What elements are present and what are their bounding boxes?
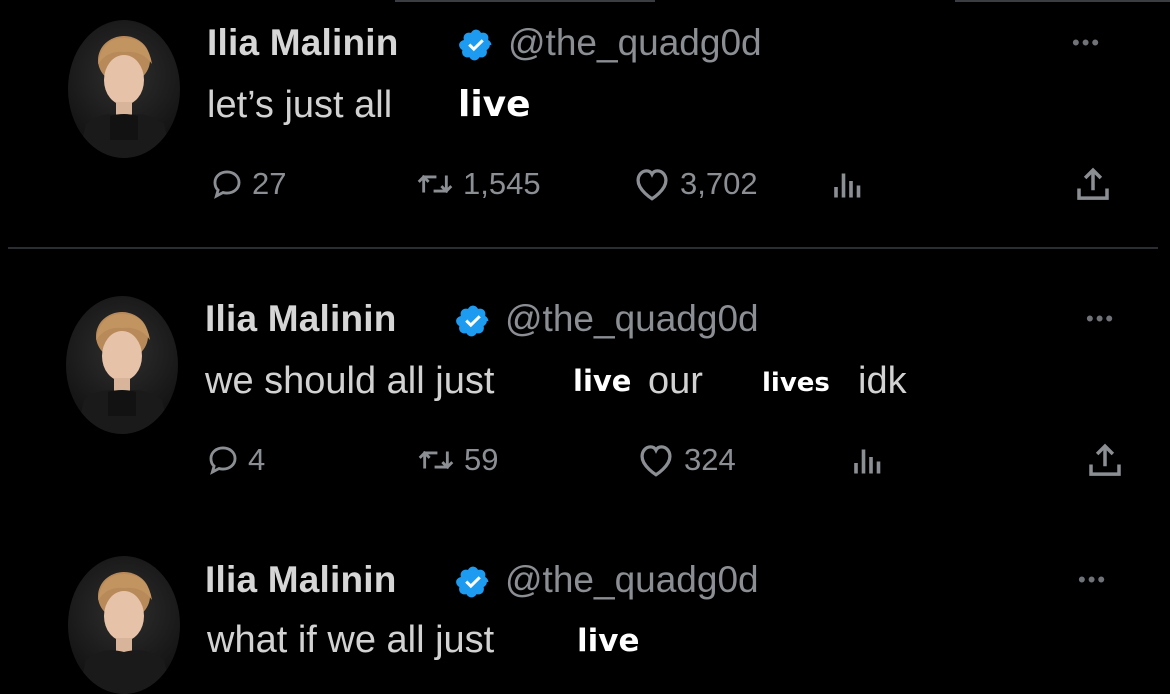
views-button[interactable] (830, 166, 866, 202)
like-button[interactable]: 3,702 (632, 166, 758, 202)
views-button[interactable] (850, 442, 886, 478)
display-name[interactable]: Ilia Malinin (205, 298, 397, 340)
retweet-count: 59 (464, 442, 499, 477)
avatar[interactable] (66, 296, 178, 434)
reply-icon (209, 446, 237, 475)
top-edge-line (955, 0, 1170, 2)
like-icon (640, 445, 672, 477)
tweet-divider (8, 247, 1158, 249)
share-icon (1089, 443, 1121, 476)
like-count: 3,702 (680, 166, 758, 201)
retweet-icon (417, 174, 453, 194)
tweet-text: let’s just all (207, 84, 393, 126)
display-name[interactable]: Ilia Malinin (205, 559, 397, 601)
retweet-button[interactable]: 59 (416, 442, 498, 478)
overlay-caption: lives (762, 368, 830, 398)
avatar[interactable] (68, 556, 180, 694)
more-options-icon[interactable]: ••• (1072, 32, 1101, 54)
verified-badge-icon (459, 29, 492, 61)
display-name[interactable]: Ilia Malinin (207, 22, 399, 64)
user-handle[interactable]: @the_quadg0d (508, 22, 762, 64)
overlay-caption: live (458, 84, 531, 125)
like-icon (636, 169, 668, 201)
top-edge-line (395, 0, 655, 2)
share-button[interactable] (1084, 440, 1126, 482)
share-icon (1077, 167, 1109, 200)
views-icon (854, 449, 881, 474)
reply-icon (213, 170, 241, 199)
retweet-button[interactable]: 1,545 (415, 166, 541, 202)
verified-badge-icon (456, 566, 489, 598)
tweet-text: we should all just (205, 360, 495, 402)
tweet-text: idk (858, 360, 907, 402)
avatar[interactable] (68, 20, 180, 158)
like-button[interactable]: 324 (636, 442, 736, 478)
reply-count: 4 (248, 442, 266, 477)
tweet-text: our (648, 360, 703, 402)
retweet-icon (418, 450, 454, 470)
verified-badge-icon (456, 305, 489, 337)
reply-count: 27 (252, 166, 287, 201)
more-options-icon[interactable]: ••• (1078, 569, 1107, 591)
retweet-count: 1,545 (463, 166, 541, 201)
more-options-icon[interactable]: ••• (1086, 308, 1115, 330)
overlay-caption: live (577, 623, 640, 659)
reply-button[interactable]: 4 (206, 442, 265, 478)
user-handle[interactable]: @the_quadg0d (505, 559, 759, 601)
like-count: 324 (684, 442, 736, 477)
user-handle[interactable]: @the_quadg0d (505, 298, 759, 340)
share-button[interactable] (1072, 164, 1114, 206)
reply-button[interactable]: 27 (210, 166, 286, 202)
tweet-text: what if we all just (207, 619, 495, 661)
overlay-caption: live (573, 364, 632, 398)
views-icon (834, 173, 861, 198)
